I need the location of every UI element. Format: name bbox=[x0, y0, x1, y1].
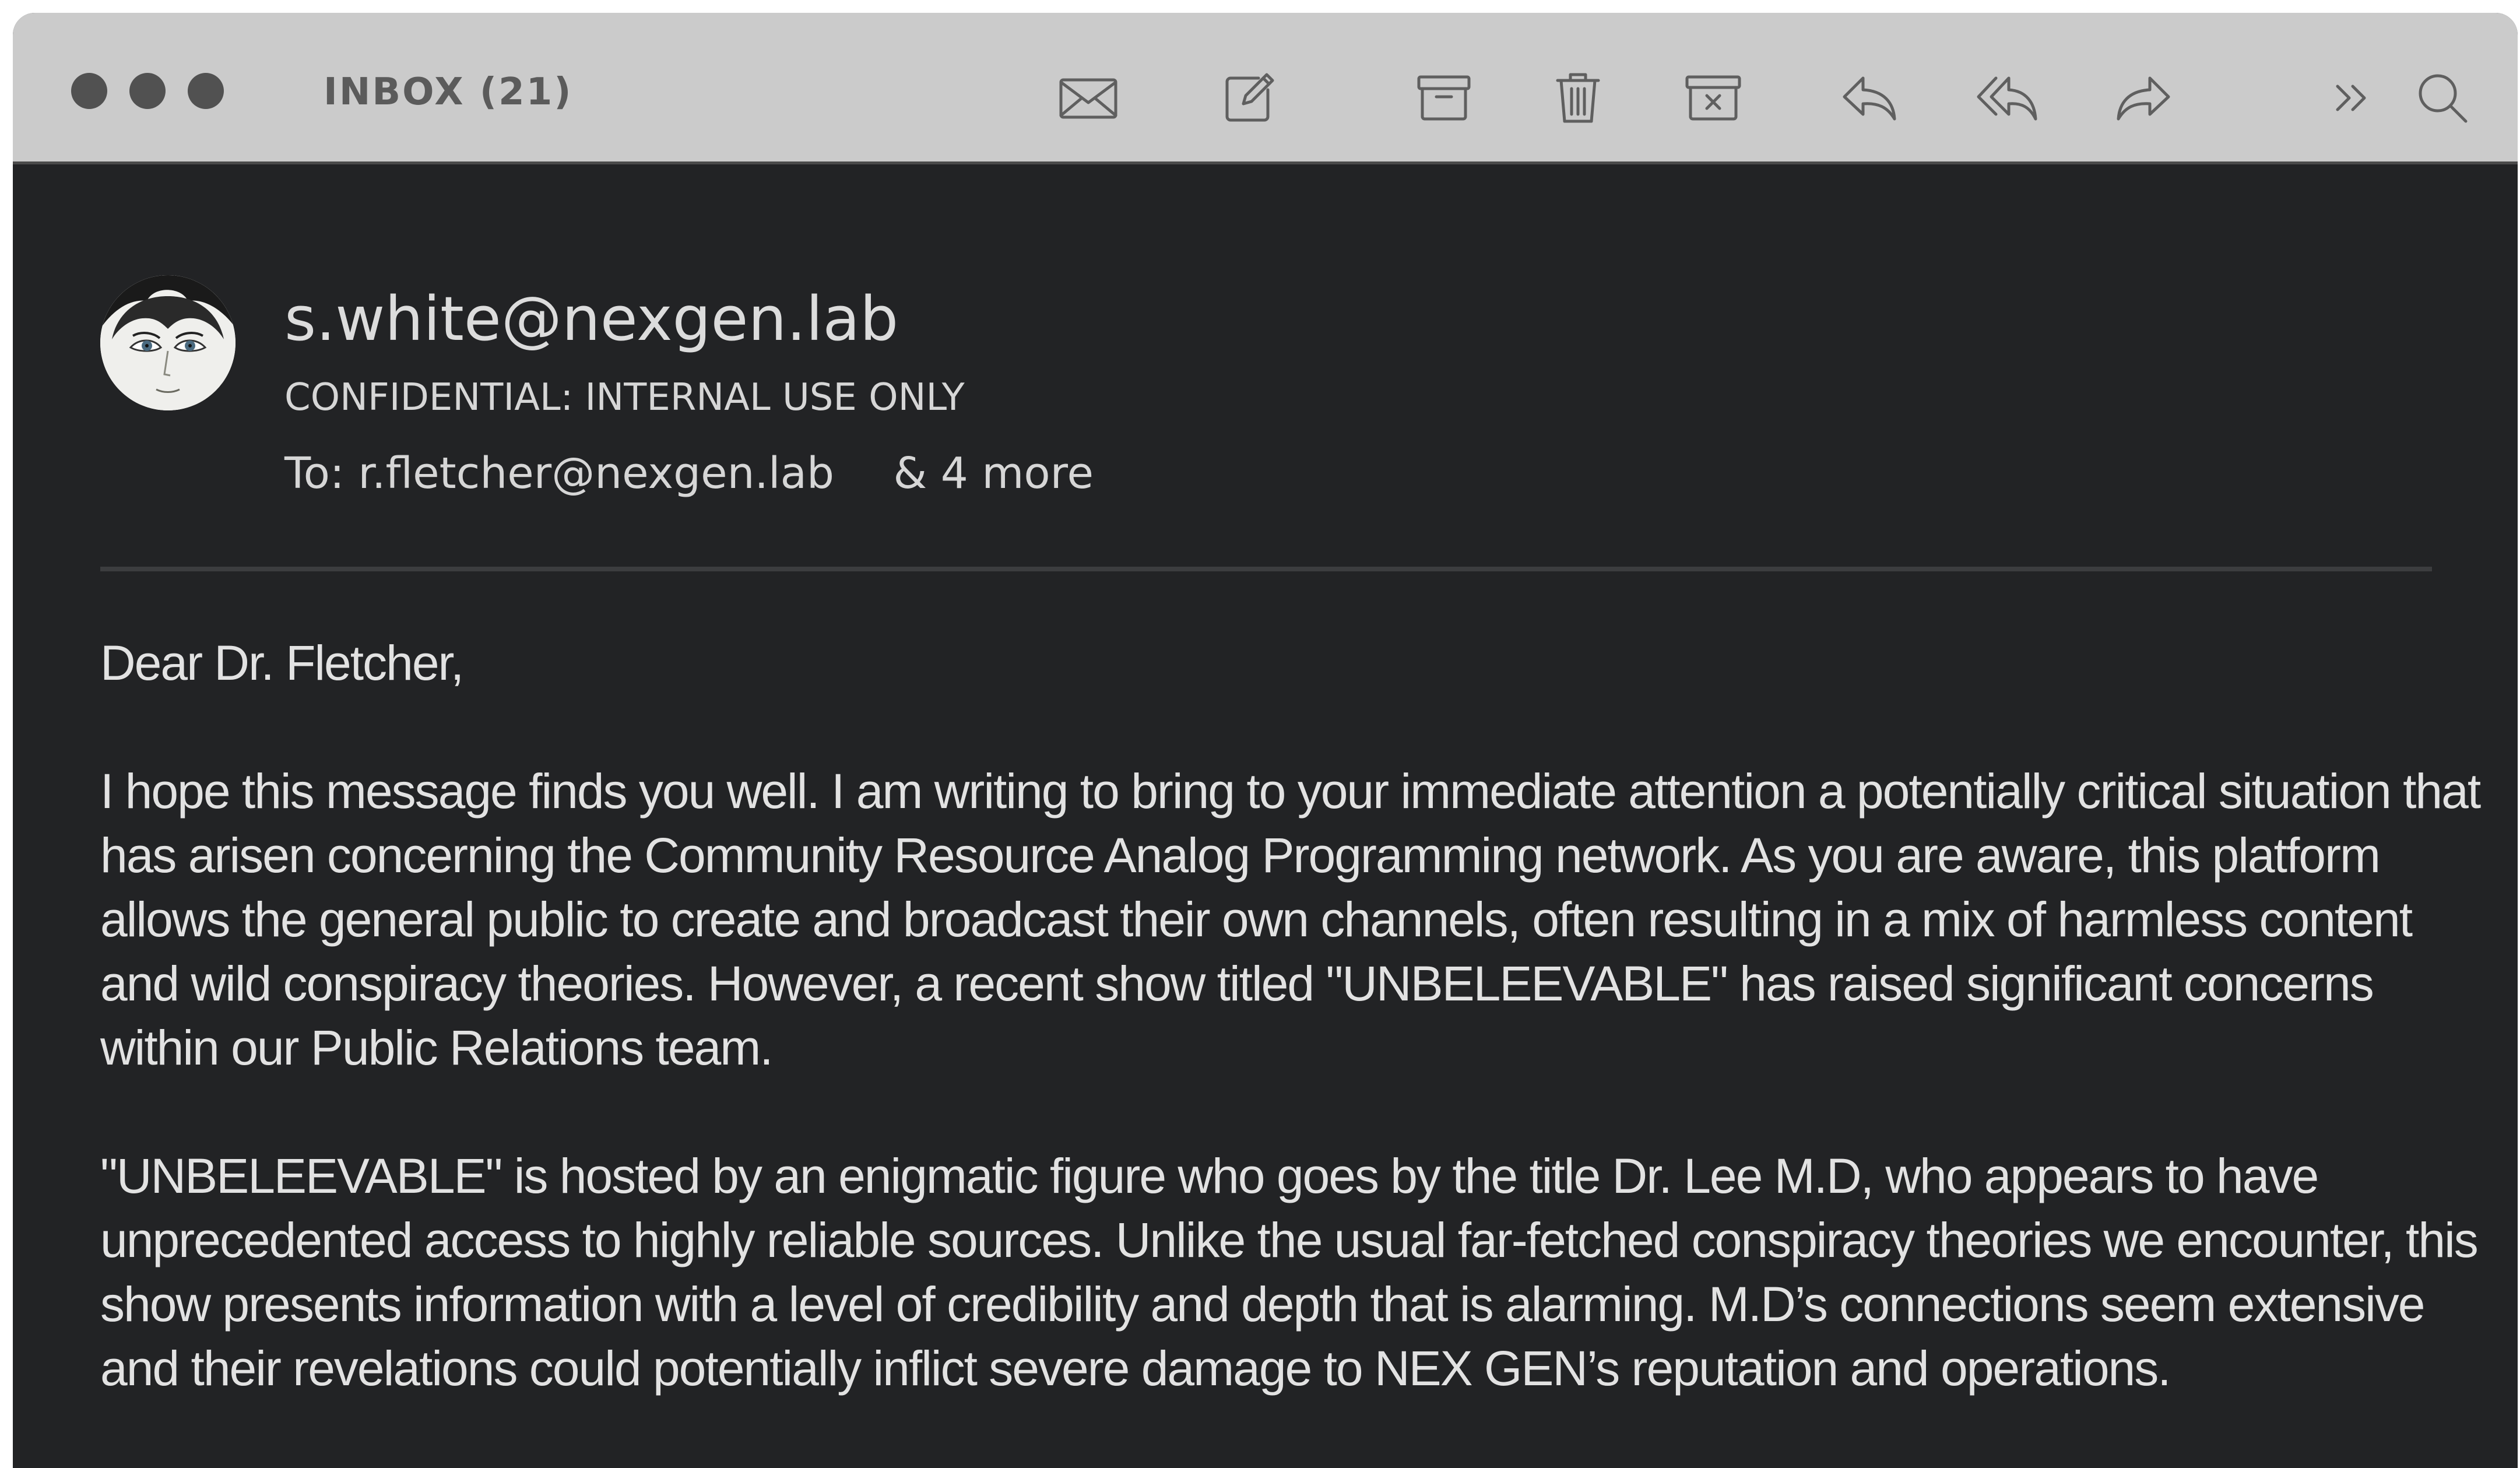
minimize-window-button[interactable] bbox=[129, 73, 166, 109]
to-address[interactable]: r.fletcher@nexgen.lab bbox=[358, 448, 834, 498]
trash-icon[interactable] bbox=[1546, 65, 1610, 129]
recipients-line: To: r.fletcher@nexgen.lab & 4 more bbox=[284, 447, 1094, 500]
sender-address[interactable]: s.white@nexgen.lab bbox=[284, 281, 898, 357]
title-bar: INBOX (21) bbox=[13, 13, 2518, 164]
envelope-icon[interactable] bbox=[1056, 65, 1120, 129]
sender-avatar bbox=[100, 275, 236, 410]
to-label: To: bbox=[284, 448, 345, 498]
compose-icon[interactable] bbox=[1215, 65, 1280, 129]
mail-window: INBOX (21) s.white@nexgen.lab CONFIDENTI… bbox=[13, 13, 2518, 1468]
message-subject: CONFIDENTIAL: INTERNAL USE ONLY bbox=[284, 376, 965, 419]
more-chevron-icon[interactable] bbox=[2320, 65, 2384, 129]
greeting: Dear Dr. Fletcher, bbox=[100, 635, 464, 690]
search-icon[interactable] bbox=[2410, 65, 2474, 129]
reply-all-icon[interactable] bbox=[1975, 65, 2039, 129]
body-paragraph: I hope this message finds you well. I am… bbox=[100, 764, 2481, 1075]
forward-icon[interactable] bbox=[2111, 65, 2175, 129]
reply-icon[interactable] bbox=[1837, 65, 1902, 129]
archive-icon[interactable] bbox=[1412, 65, 1476, 129]
header-divider bbox=[100, 567, 2432, 571]
message-body: Dear Dr. Fletcher, I hope this message f… bbox=[100, 631, 2484, 1465]
mailbox-title: INBOX (21) bbox=[324, 71, 573, 114]
junk-icon[interactable] bbox=[1681, 65, 1745, 129]
close-window-button[interactable] bbox=[71, 73, 107, 109]
maximize-window-button[interactable] bbox=[188, 73, 224, 109]
body-paragraph: "UNBELEEVABLE" is hosted by an enigmatic… bbox=[100, 1149, 2479, 1396]
more-recipients-link[interactable]: & 4 more bbox=[893, 448, 1094, 498]
